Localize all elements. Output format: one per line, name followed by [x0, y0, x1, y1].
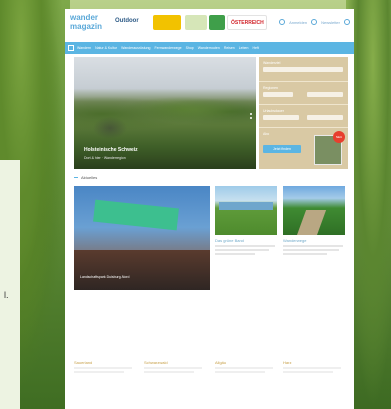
card-image-industrial [74, 250, 210, 290]
section-dash [74, 177, 78, 178]
nav-item[interactable]: Wanderrouten [198, 46, 220, 50]
teaser-text-line [283, 371, 333, 373]
side-text: l. [4, 290, 9, 300]
duration-select[interactable] [263, 115, 299, 120]
section-heading: Aktuelles [74, 175, 97, 180]
card-text-line [215, 245, 275, 247]
teaser-text-line [215, 367, 273, 369]
main-nav: Wandern Natur & Kultur Wanderausrüstung … [65, 42, 354, 54]
teaser-text-line [283, 367, 341, 369]
teaser-title[interactable]: Schwarzwald [144, 360, 168, 365]
home-icon[interactable] [68, 45, 74, 51]
nav-item[interactable]: Fernwanderwege [155, 46, 182, 50]
site-logo[interactable]: wander magazin [70, 13, 110, 31]
hero-slider[interactable]: Holsteinische Schweiz Dort & hier · Wand… [74, 57, 256, 169]
duration-option[interactable] [307, 115, 343, 120]
teaser-text-line [74, 371, 124, 373]
new-badge: NEU [333, 131, 345, 143]
search-icon[interactable] [344, 19, 350, 25]
partner-oesterreich-text: ÖSTERREICH [231, 20, 264, 26]
form-label: Regionen [263, 86, 278, 90]
card-image-lake [219, 202, 273, 210]
slider-dots[interactable] [250, 113, 252, 119]
user-icon[interactable] [279, 19, 286, 25]
newsletter-icon[interactable] [311, 19, 318, 25]
slider-dot[interactable] [250, 113, 252, 115]
slider-dot[interactable] [250, 117, 252, 119]
website-page: wander magazin Outdoor ÖSTERREICH Anmeld… [65, 9, 354, 409]
form-label: Urlaubsdauer [263, 109, 285, 113]
nav-item[interactable]: Heft [252, 46, 258, 50]
article-card-image[interactable] [283, 186, 345, 235]
card-text-line [215, 253, 255, 255]
partner-logo-2[interactable] [185, 15, 207, 30]
divider [259, 104, 348, 105]
logo-text-wander: wander [70, 13, 99, 22]
partner-logo-1[interactable] [153, 15, 181, 30]
card-text-line [283, 249, 339, 251]
card-image-bridge [93, 199, 179, 231]
article-card-image[interactable] [215, 186, 277, 235]
card-image-path [295, 210, 327, 235]
card-text-line [215, 249, 269, 251]
region-select[interactable] [263, 92, 293, 97]
teaser-title[interactable]: Allgäu [215, 360, 226, 365]
find-button[interactable]: Jetzt finden [263, 145, 301, 153]
header-links: Anmelden Newsletter [279, 19, 350, 25]
card-caption: Landschaftspark Duisburg-Nord [80, 275, 130, 279]
section-title: Aktuelles [81, 175, 98, 180]
region-option[interactable] [307, 92, 343, 97]
nav-item[interactable]: Wanderausrüstung [121, 46, 150, 50]
article-card-title[interactable]: Wanderwege [283, 238, 306, 243]
nav-item[interactable]: Shop [186, 46, 194, 50]
destination-input[interactable] [263, 67, 343, 72]
card-text-line [283, 245, 343, 247]
teaser-title[interactable]: Sauerland [74, 360, 92, 365]
site-header: wander magazin Outdoor ÖSTERREICH Anmeld… [65, 9, 354, 38]
side-panel [0, 160, 20, 409]
teaser-text-line [215, 371, 265, 373]
card-text-line [283, 253, 327, 255]
article-card-title[interactable]: Das grüne Band [215, 238, 244, 243]
hero-image-hikers [90, 115, 130, 141]
login-link[interactable]: Anmelden [289, 20, 307, 25]
nav-item[interactable]: Leben [239, 46, 249, 50]
nav-item[interactable]: Reisen [224, 46, 235, 50]
article-card-featured[interactable]: Landschaftspark Duisburg-Nord [74, 186, 210, 290]
teaser-title[interactable]: Harz [283, 360, 291, 365]
nav-item[interactable]: Wandern [77, 46, 91, 50]
newsletter-link[interactable]: Newsletter [321, 20, 340, 25]
trip-finder-panel: Wanderziel Regionen Urlaubsdauer Abo Jet… [259, 57, 348, 169]
partner-logo-oesterreich[interactable]: ÖSTERREICH [227, 15, 267, 30]
hero-subtitle: Dort & hier · Wanderregion [84, 156, 126, 160]
divider [259, 127, 348, 128]
outdoor-label[interactable]: Outdoor [115, 18, 139, 24]
teaser-text-line [144, 371, 194, 373]
logo-text-magazin: magazin [70, 22, 103, 31]
hero-title: Holsteinische Schweiz [84, 147, 138, 153]
divider [259, 81, 348, 82]
teaser-text-line [144, 367, 202, 369]
teaser-text-line [74, 367, 132, 369]
form-label: Wanderziel [263, 61, 281, 65]
nav-item[interactable]: Natur & Kultur [95, 46, 117, 50]
partner-logo-3[interactable] [209, 15, 225, 30]
magazine-promo-label: Abo [263, 132, 270, 136]
